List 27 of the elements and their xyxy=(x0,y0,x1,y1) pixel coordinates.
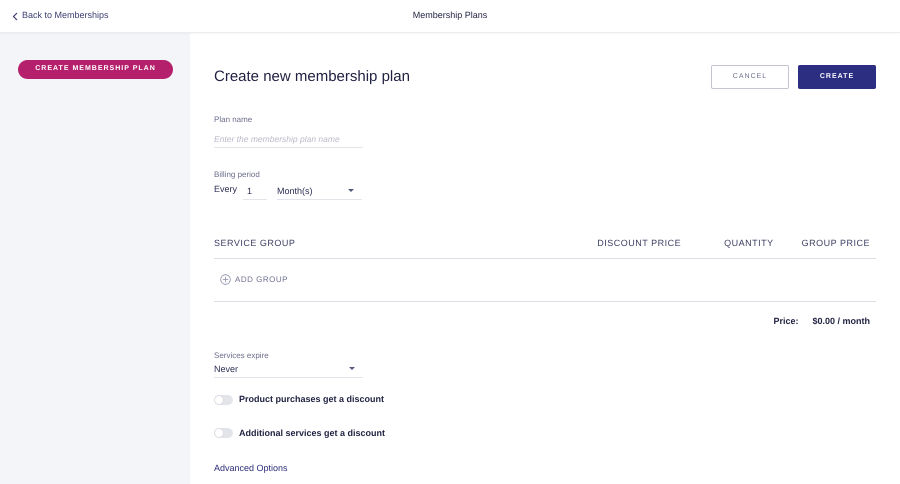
plus-circle-icon xyxy=(220,274,231,285)
toggle-switch[interactable] xyxy=(214,394,233,405)
caret-down-icon xyxy=(348,188,354,192)
column-header: GROUP PRICE xyxy=(802,236,870,250)
chevron-left-icon xyxy=(12,12,18,20)
every-label: Every xyxy=(214,183,238,196)
page-title: Membership Plans xyxy=(412,9,488,22)
field-label: Billing period xyxy=(214,169,261,181)
field-label: Services expire xyxy=(214,350,270,362)
column-header: QUANTITY xyxy=(724,236,774,250)
field-label: Plan name xyxy=(214,114,254,126)
price-value: $0.00 / month xyxy=(812,314,870,328)
caret-down-icon xyxy=(349,367,355,371)
column-header: DISCOUNT PRICE xyxy=(597,236,682,250)
toggle-label: Product purchases get a discount xyxy=(239,393,384,406)
advanced-options-link[interactable]: Advanced Options xyxy=(214,462,288,476)
toggle-switch[interactable] xyxy=(214,428,233,438)
column-header: SERVICE GROUP xyxy=(214,236,296,250)
form-heading: Create new membership plan xyxy=(214,66,410,87)
plan-name-field[interactable]: Enter the membership plan name xyxy=(214,131,363,148)
back-link[interactable]: Back to Memberships xyxy=(12,9,109,23)
toggle-label: Additional services get a discount xyxy=(239,426,386,440)
price-label: Price: xyxy=(773,314,798,328)
services-expire-dropdown[interactable]: Never xyxy=(214,363,363,378)
count-field[interactable]: 1 xyxy=(243,184,268,200)
add-group-button[interactable]: ADD GROUP xyxy=(220,274,288,286)
unit-dropdown[interactable]: Month(s) xyxy=(277,184,362,200)
